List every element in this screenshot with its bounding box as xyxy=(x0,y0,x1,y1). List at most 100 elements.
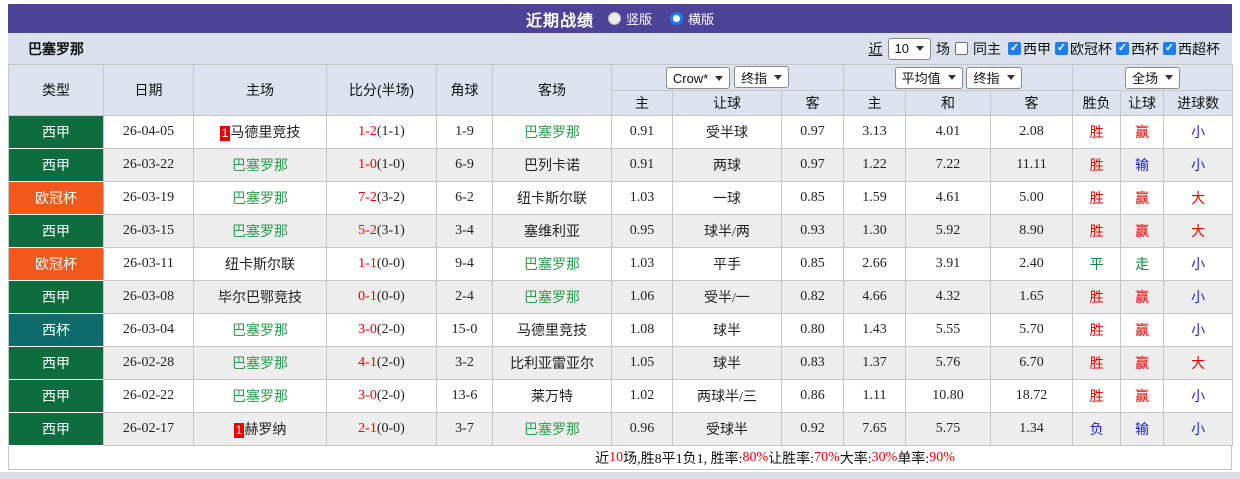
europe-odds-cell: 5.76 xyxy=(905,346,992,380)
handicap-result-cell: 输 xyxy=(1120,148,1165,182)
league-type-badge: 西甲 xyxy=(8,346,104,380)
date-cell: 26-03-19 xyxy=(103,181,194,215)
europe-odds-cell: 5.75 xyxy=(905,412,992,446)
team-label: 巴塞罗那 xyxy=(232,192,288,207)
team-label: 巴塞罗那 xyxy=(232,390,288,405)
score-cell: 7-2(3-2) xyxy=(326,181,437,215)
europe-avg-select[interactable]: 平均值 xyxy=(894,66,963,89)
home-team-cell: 巴塞罗那 xyxy=(193,214,327,248)
score-cell: 1-0(1-0) xyxy=(326,148,437,182)
europe-odds-cell: 1.30 xyxy=(843,214,907,248)
handicap-line-cell: 受半球 xyxy=(672,115,782,149)
handicap-odds-cell: 0.85 xyxy=(780,247,845,281)
score-cell: 1-2(1-1) xyxy=(326,115,437,149)
date-cell: 26-03-11 xyxy=(103,247,194,281)
full-time-score: 5-2 xyxy=(358,223,377,238)
europe-odds-cell: 4.61 xyxy=(905,181,992,215)
same-home-checkbox[interactable] xyxy=(955,42,968,55)
team-label: 巴塞罗那 xyxy=(232,225,288,240)
europe-odds-cell: 11.11 xyxy=(990,148,1074,182)
league-type-badge: 西甲 xyxy=(8,412,104,446)
half-time-score: (0-0) xyxy=(376,256,405,271)
handicap-odds-cell: 0.93 xyxy=(780,214,845,248)
date-cell: 26-02-17 xyxy=(103,412,194,446)
table-row: 欧冠杯 26-03-11 纽卡斯尔联 1-1(0-0) 9-4 巴塞罗那 1.03 平手 0.8… xyxy=(8,247,1234,281)
corner-cell: 3-4 xyxy=(436,214,493,248)
recent-results-panel: 近期战绩 竖版 横版 巴塞罗那 近 10 场 同主 ✓ 西甲 ✓ 欧冠杯 ✓ 西杯 ✓ 西超杯 xyxy=(8,4,1234,470)
summary-segment: 让胜率: xyxy=(768,451,815,467)
league-checkbox-label: 西杯 xyxy=(1131,40,1159,57)
match-count-select[interactable]: 10 xyxy=(887,37,931,60)
league-checkbox-3[interactable]: ✓ xyxy=(1163,42,1176,55)
handicap-odds-cell: 1.03 xyxy=(611,247,673,281)
sub-header-let-result: 让球 xyxy=(1120,90,1165,116)
match-result-cell: 胜 xyxy=(1072,181,1122,215)
radio-on-icon[interactable] xyxy=(670,12,683,25)
goals-result-cell: 大 xyxy=(1163,181,1234,215)
col-header-type: 类型 xyxy=(8,64,104,116)
col-header-date: 日期 xyxy=(103,64,194,116)
league-checkbox-0[interactable]: ✓ xyxy=(1008,42,1021,55)
handicap-odds-cell: 0.83 xyxy=(780,346,845,380)
team-label: 巴塞罗那 xyxy=(524,258,580,273)
europe-controls-cell: 平均值 终指 xyxy=(843,64,1074,91)
league-checkbox-1[interactable]: ✓ xyxy=(1055,42,1068,55)
home-team-cell: 巴塞罗那 xyxy=(193,148,327,182)
date-cell: 26-03-22 xyxy=(103,148,194,182)
handicap-odds-cell: 0.86 xyxy=(780,379,845,413)
full-time-score: 4-1 xyxy=(358,355,377,370)
summary-segment: 单率: xyxy=(897,451,930,467)
away-team-cell: 巴列卡诺 xyxy=(492,148,612,182)
sub-header-result: 胜负 xyxy=(1072,90,1122,116)
handicap-odds-cell: 1.03 xyxy=(611,181,673,215)
summary-segment: 80% xyxy=(742,449,769,465)
goals-result-cell: 大 xyxy=(1163,214,1234,248)
europe-stage-select[interactable]: 终指 xyxy=(966,66,1022,89)
team-label: 塞维利亚 xyxy=(524,225,580,240)
europe-odds-cell: 1.43 xyxy=(843,313,907,347)
full-time-score: 1-2 xyxy=(358,124,377,139)
handicap-odds-cell: 0.91 xyxy=(611,148,673,182)
corner-cell: 15-0 xyxy=(436,313,493,347)
match-result-cell: 平 xyxy=(1072,247,1122,281)
league-type-badge: 西甲 xyxy=(8,115,104,149)
layout-radio-vertical[interactable]: 竖版 xyxy=(607,9,652,28)
chevron-down-icon xyxy=(947,75,956,80)
chevron-down-icon xyxy=(715,75,724,81)
scope-controls-cell: 全场 xyxy=(1072,64,1234,91)
corner-cell: 13-6 xyxy=(436,379,493,413)
europe-odds-cell: 5.55 xyxy=(905,313,992,347)
handicap-odds-cell: 0.82 xyxy=(780,280,845,314)
europe-odds-cell: 4.01 xyxy=(905,115,992,149)
match-result-cell: 胜 xyxy=(1072,280,1122,314)
europe-odds-cell: 7.65 xyxy=(843,412,907,446)
europe-odds-cell: 1.59 xyxy=(843,181,907,215)
handicap-odds-cell: 1.08 xyxy=(611,313,673,347)
near-link[interactable]: 近 xyxy=(869,39,883,59)
league-checkbox-2[interactable]: ✓ xyxy=(1116,42,1129,55)
full-time-score: 7-2 xyxy=(358,190,377,205)
sub-header-euro-away: 客 xyxy=(990,90,1074,116)
league-type-badge: 欧冠杯 xyxy=(8,181,104,215)
corner-cell: 2-4 xyxy=(436,280,493,314)
handicap-odds-cell: 0.80 xyxy=(780,313,845,347)
home-team-cell: 纽卡斯尔联 xyxy=(193,247,327,281)
europe-odds-cell: 1.65 xyxy=(990,280,1074,314)
full-time-score: 1-0 xyxy=(358,157,377,172)
scope-select[interactable]: 全场 xyxy=(1125,66,1181,89)
corner-cell: 3-2 xyxy=(436,346,493,380)
radio-off-icon[interactable] xyxy=(607,12,621,25)
league-checkbox-label: 西甲 xyxy=(1023,40,1051,57)
bookmaker-select[interactable]: Crow* xyxy=(665,67,731,89)
league-checkbox-label: 欧冠杯 xyxy=(1070,40,1112,57)
layout-radio-horizontal[interactable]: 横版 xyxy=(670,9,714,28)
half-time-score: (2-0) xyxy=(376,322,405,337)
handicap-line-cell: 球半 xyxy=(672,313,782,347)
summary-segment: 近 xyxy=(595,451,610,467)
team-label: 马德里竞技 xyxy=(517,324,587,339)
team-name: 巴塞罗那 xyxy=(28,40,84,57)
rank-badge: 1 xyxy=(219,126,231,141)
europe-odds-cell: 3.91 xyxy=(905,247,992,281)
half-time-score: (3-1) xyxy=(376,223,405,238)
handicap-stage-select[interactable]: 终指 xyxy=(734,66,790,88)
